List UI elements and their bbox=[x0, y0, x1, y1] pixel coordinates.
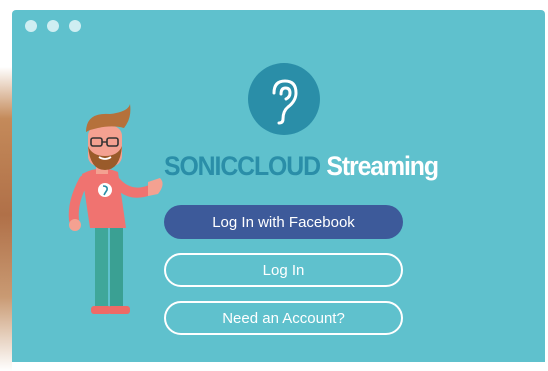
ear-icon bbox=[272, 79, 298, 125]
login-label: Log In bbox=[262, 261, 305, 279]
soniccloud-logo bbox=[248, 63, 320, 135]
brand-name: SONICCLOUD bbox=[164, 151, 321, 181]
create-account-button[interactable]: Need an Account? bbox=[164, 301, 403, 335]
mascot-illustration bbox=[68, 104, 163, 314]
app-window: SONICCLOUD Streaming Log In with Faceboo… bbox=[12, 10, 545, 362]
close-window-button[interactable] bbox=[25, 20, 37, 32]
maximize-window-button[interactable] bbox=[69, 20, 81, 32]
window-controls bbox=[25, 20, 81, 32]
desktop-background bbox=[0, 0, 12, 371]
create-account-label: Need an Account? bbox=[222, 309, 345, 327]
brand-subtitle: Streaming bbox=[326, 151, 439, 181]
minimize-window-button[interactable] bbox=[47, 20, 59, 32]
login-button[interactable]: Log In bbox=[164, 253, 403, 287]
facebook-login-button[interactable]: Log In with Facebook bbox=[164, 205, 403, 239]
facebook-login-label: Log In with Facebook bbox=[212, 213, 355, 231]
brand-title: SONICCLOUD Streaming bbox=[164, 151, 439, 185]
